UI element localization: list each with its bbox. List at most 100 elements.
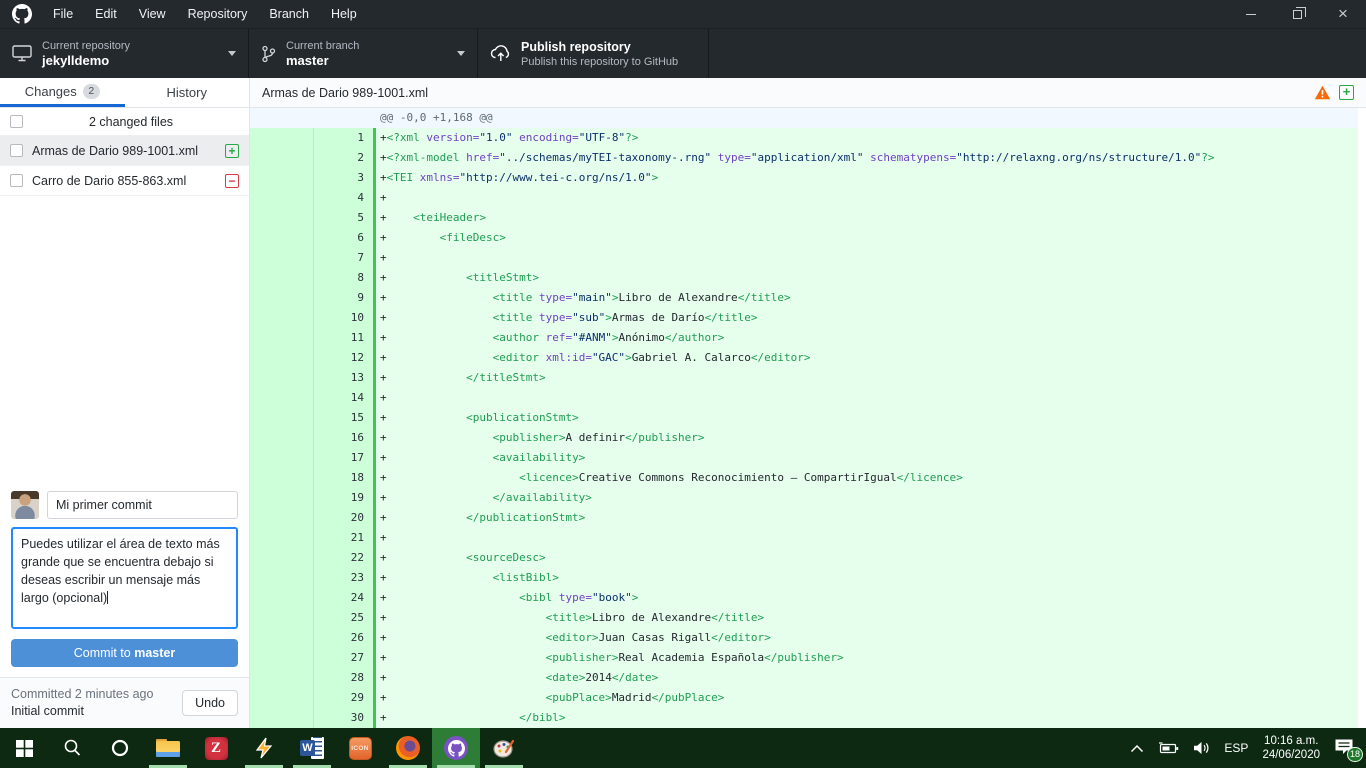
menu-view[interactable]: View: [128, 0, 177, 28]
diff-line: 29+ <pubPlace>Madrid</pubPlace>: [250, 688, 1358, 708]
diff-line: 25+ <title>Libro de Alexandre</title>: [250, 608, 1358, 628]
diff-line: 15+ <publicationStmt>: [250, 408, 1358, 428]
taskbar-word[interactable]: W: [288, 728, 336, 768]
window-controls: ×: [1228, 0, 1366, 28]
github-desktop-icon: [444, 736, 468, 760]
publish-repository-title: Publish repository: [521, 39, 696, 55]
warning-icon[interactable]: [1314, 85, 1331, 100]
diff-lines: 1+<?xml version="1.0" encoding="UTF-8"?>…: [250, 128, 1358, 728]
minimize-button[interactable]: [1228, 0, 1274, 28]
commit-summary-input[interactable]: [47, 491, 238, 519]
diff-line: 24+ <bibl type="book">: [250, 588, 1358, 608]
file-row[interactable]: Armas de Dario 989-1001.xml+: [0, 136, 249, 166]
taskbar-zotero[interactable]: Z: [192, 728, 240, 768]
volume-icon[interactable]: [1193, 741, 1210, 755]
tab-changes[interactable]: Changes 2: [0, 78, 125, 107]
taskbar-firefox[interactable]: [384, 728, 432, 768]
chevron-down-icon: [228, 51, 236, 56]
diff-line: 8+ <titleStmt>: [250, 268, 1358, 288]
search-button[interactable]: [48, 728, 96, 768]
notification-count-badge: 18: [1347, 747, 1363, 762]
sidebar-empty-area: [0, 196, 249, 482]
cloud-upload-icon: [490, 44, 511, 63]
cortana-icon: [110, 738, 130, 758]
taskbar-winamp[interactable]: [240, 728, 288, 768]
expand-diff-icon[interactable]: +: [1339, 85, 1354, 100]
icon-workshop-icon: ICON: [349, 737, 372, 760]
diff-line: 7+: [250, 248, 1358, 268]
diff-line: 23+ <listBibl>: [250, 568, 1358, 588]
file-explorer-icon: [156, 739, 180, 757]
menu-branch[interactable]: Branch: [258, 0, 320, 28]
diff-line: 28+ <date>2014</date>: [250, 668, 1358, 688]
current-branch-dropdown[interactable]: Current branch master: [249, 29, 478, 78]
file-name: Carro de Dario 855-863.xml: [32, 174, 216, 188]
diff-line: 5+ <teiHeader>: [250, 208, 1358, 228]
diff-line: 13+ </titleStmt>: [250, 368, 1358, 388]
file-row[interactable]: Carro de Dario 855-863.xml−: [0, 166, 249, 196]
toolbar: Current repository jekylldemo Current br…: [0, 28, 1366, 78]
start-button[interactable]: [0, 728, 48, 768]
publish-repository-button[interactable]: Publish repository Publish this reposito…: [478, 29, 709, 78]
diff-filename: Armas de Dario 989-1001.xml: [262, 86, 428, 100]
clock[interactable]: 10:16 a.m. 24/06/2020: [1262, 734, 1320, 762]
diff-line: 27+ <publisher>Real Academia Española</p…: [250, 648, 1358, 668]
file-status-removed-icon: −: [225, 174, 239, 188]
github-desktop-window: FileEditViewRepositoryBranchHelp × Curre…: [0, 0, 1366, 728]
battery-icon[interactable]: [1158, 742, 1179, 755]
firefox-icon: [396, 736, 420, 760]
current-repository-label: Current repository: [42, 39, 214, 53]
menu-file[interactable]: File: [42, 0, 84, 28]
file-checkbox[interactable]: [10, 174, 23, 187]
cortana-button[interactable]: [96, 728, 144, 768]
diff-line: 4+: [250, 188, 1358, 208]
tray-chevron-up-icon[interactable]: [1130, 744, 1144, 753]
current-repository-dropdown[interactable]: Current repository jekylldemo: [0, 29, 249, 78]
menu-edit[interactable]: Edit: [84, 0, 128, 28]
restore-button[interactable]: [1274, 0, 1320, 28]
diff-line: 6+ <fileDesc>: [250, 228, 1358, 248]
toolbar-empty-area: [709, 29, 1366, 78]
diff-line: 21+: [250, 528, 1358, 548]
current-branch-label: Current branch: [286, 39, 443, 53]
action-center-button[interactable]: 18: [1334, 738, 1356, 758]
diff-line: 11+ <author ref="#ANM">Anónimo</author>: [250, 328, 1358, 348]
monitor-icon: [12, 45, 32, 62]
current-repository-value: jekylldemo: [42, 53, 214, 69]
clock-date: 24/06/2020: [1262, 749, 1320, 761]
diff-line: 9+ <title type="main">Libro de Alexandre…: [250, 288, 1358, 308]
menu-repository[interactable]: Repository: [177, 0, 259, 28]
taskbar-github-desktop[interactable]: [432, 728, 480, 768]
diff-line: 2+<?xml-model href="../schemas/myTEI-tax…: [250, 148, 1358, 168]
select-all-checkbox[interactable]: [10, 115, 23, 128]
diff-line: 12+ <editor xml:id="GAC">Gabriel A. Cala…: [250, 348, 1358, 368]
taskbar-file-explorer[interactable]: [144, 728, 192, 768]
changed-files-count: 2 changed files: [23, 115, 239, 129]
avatar: [11, 491, 39, 519]
chevron-down-icon: [457, 51, 465, 56]
minimize-icon: [1246, 14, 1256, 15]
publish-repository-subtitle: Publish this repository to GitHub: [521, 55, 696, 69]
committed-message-text: Initial commit: [11, 703, 153, 720]
taskbar-icon-workshop[interactable]: ICON: [336, 728, 384, 768]
file-checkbox[interactable]: [10, 144, 23, 157]
diff-line: 10+ <title type="sub">Armas de Darío</ti…: [250, 308, 1358, 328]
tab-history[interactable]: History: [125, 78, 250, 107]
diff-line: 18+ <licence>Creative Commons Reconocimi…: [250, 468, 1358, 488]
system-tray: ESP 10:16 a.m. 24/06/2020 18: [1130, 728, 1366, 768]
close-button[interactable]: ×: [1320, 0, 1366, 28]
changes-count-badge: 2: [83, 84, 100, 99]
diff-line: 17+ <availability>: [250, 448, 1358, 468]
file-status-added-icon: +: [225, 144, 239, 158]
taskbar-paint[interactable]: [480, 728, 528, 768]
commit-to-master-button[interactable]: Commit to master: [11, 639, 238, 667]
diff-file-header: Armas de Dario 989-1001.xml +: [250, 78, 1366, 108]
commit-description-textarea[interactable]: Puedes utilizar el área de texto más gra…: [11, 527, 238, 629]
language-indicator[interactable]: ESP: [1224, 741, 1248, 755]
changed-files-header: 2 changed files: [0, 108, 249, 136]
hunk-header: @@ -0,0 +1,168 @@: [250, 108, 1358, 128]
undo-button[interactable]: Undo: [182, 690, 238, 716]
title-bar: FileEditViewRepositoryBranchHelp ×: [0, 0, 1366, 28]
committed-time-text: Committed 2 minutes ago: [11, 686, 153, 703]
menu-help[interactable]: Help: [320, 0, 368, 28]
